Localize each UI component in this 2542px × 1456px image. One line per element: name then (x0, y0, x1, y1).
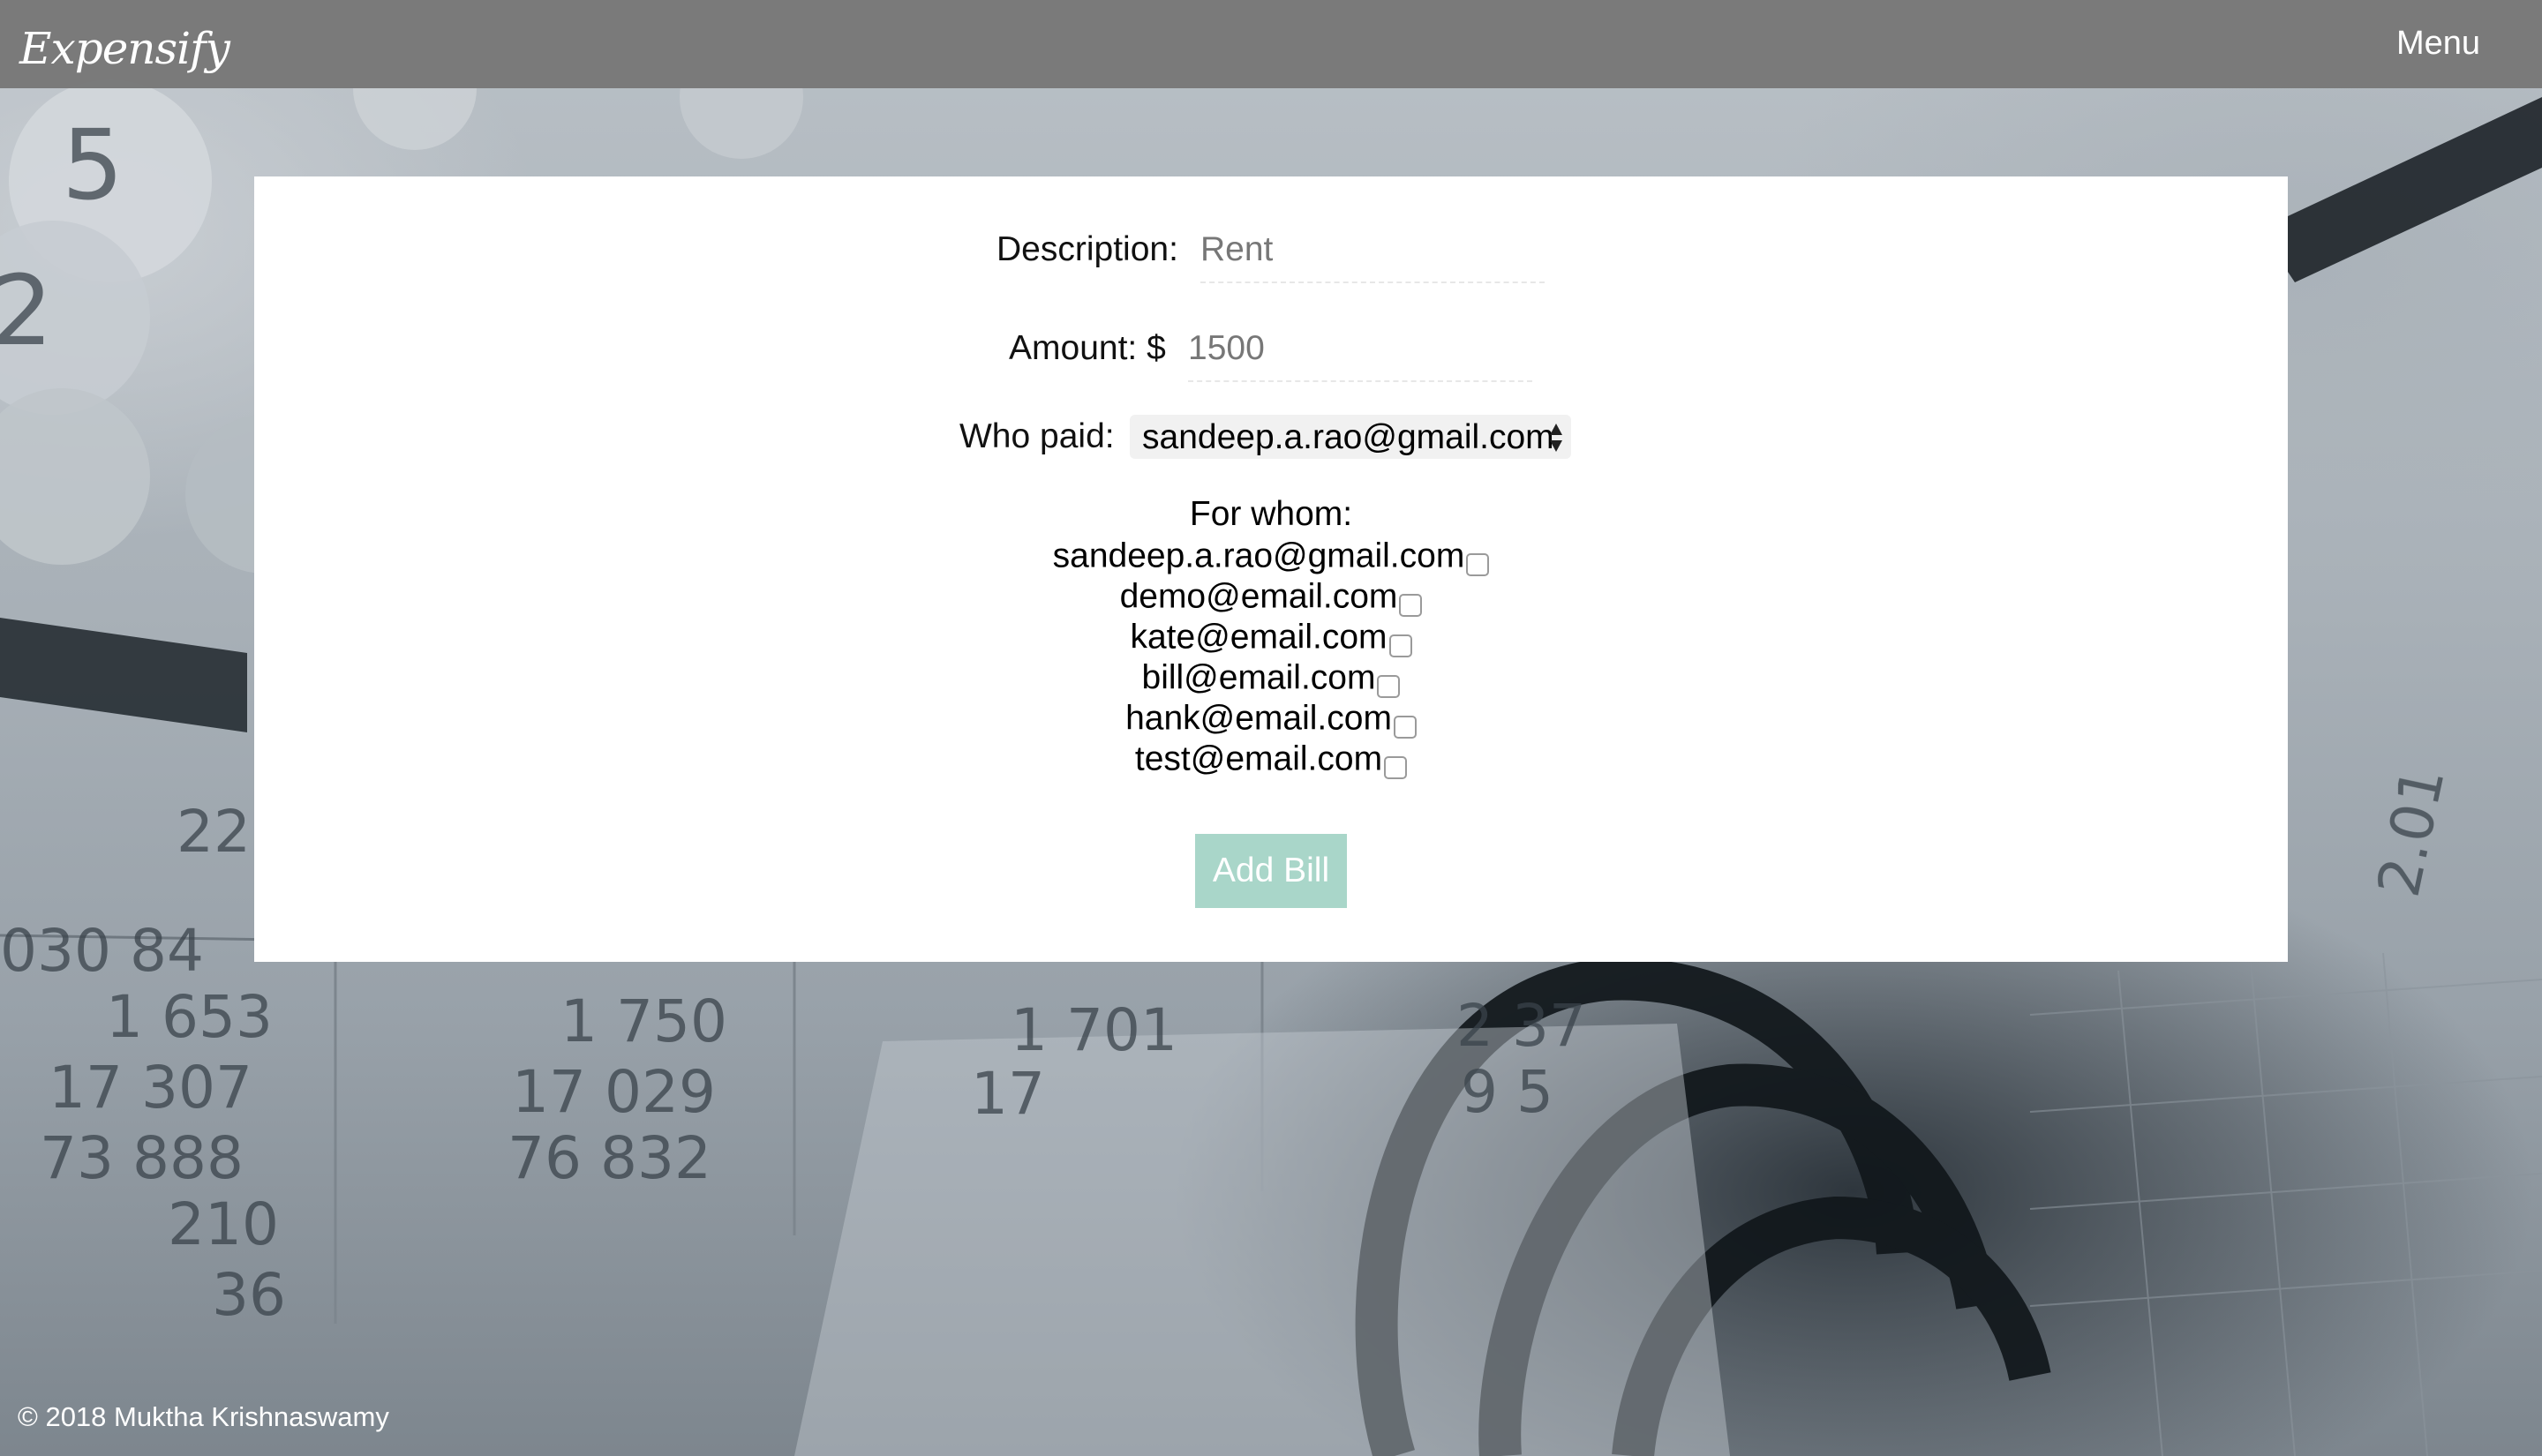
svg-text:2 37: 2 37 (1456, 992, 1586, 1060)
for-whom-email: sandeep.a.rao@gmail.com (1052, 537, 1465, 575)
svg-text:2: 2 (0, 254, 53, 367)
for-whom-row: bill@email.com (254, 657, 2288, 698)
for-whom-row: hank@email.com (254, 697, 2288, 739)
svg-text:17 307: 17 307 (49, 1054, 252, 1122)
who-paid-label: Who paid: (959, 417, 1115, 455)
description-input[interactable] (1200, 230, 1545, 283)
svg-text:9 5: 9 5 (1461, 1058, 1553, 1126)
svg-text:22: 22 (177, 798, 251, 866)
for-whom-email: demo@email.com (1119, 577, 1398, 616)
for-whom-email: bill@email.com (1141, 658, 1376, 697)
for-whom-email: test@email.com (1134, 739, 1383, 778)
who-paid-select[interactable]: sandeep.a.rao@gmail.com (1130, 415, 1571, 459)
svg-text:17: 17 (971, 1060, 1045, 1128)
svg-text:36: 36 (212, 1261, 286, 1329)
for-whom-checkbox[interactable] (1377, 675, 1401, 698)
who-paid-selected-value: sandeep.a.rao@gmail.com (1142, 418, 1554, 456)
description-label: Description: (996, 230, 1178, 268)
for-whom-checkbox[interactable] (1466, 553, 1490, 576)
for-whom-checkbox[interactable] (1384, 756, 1408, 779)
for-whom-row: kate@email.com (254, 616, 2288, 657)
for-whom-email: hank@email.com (1125, 699, 1392, 738)
for-whom-checkbox[interactable] (1399, 594, 1423, 617)
svg-text:1 653: 1 653 (106, 983, 273, 1051)
for-whom-email: kate@email.com (1130, 618, 1388, 657)
for-whom-row: demo@email.com (254, 575, 2288, 617)
for-whom-row: test@email.com (254, 738, 2288, 779)
svg-text:73 888: 73 888 (40, 1124, 244, 1192)
add-bill-form-card: Description: Amount: $ Who paid: sandeep… (254, 176, 2288, 962)
top-navbar: Expensify Menu (0, 0, 2542, 88)
updown-triangle-icon (1550, 424, 1562, 452)
footer-copyright: © 2018 Muktha Krishnaswamy (18, 1401, 389, 1432)
svg-text:210: 210 (168, 1190, 279, 1258)
for-whom-list: sandeep.a.rao@gmail.com demo@email.com k… (254, 535, 2288, 779)
add-bill-button[interactable]: Add Bill (1195, 834, 1347, 908)
svg-text:17 029: 17 029 (512, 1058, 716, 1126)
amount-input[interactable] (1188, 329, 1532, 382)
svg-text:1 750: 1 750 (560, 987, 727, 1055)
brand-logo[interactable]: Expensify (19, 23, 230, 74)
svg-text:2.01: 2.01 (2365, 762, 2458, 903)
for-whom-row: sandeep.a.rao@gmail.com (254, 535, 2288, 576)
amount-label: Amount: $ (1009, 329, 1166, 367)
for-whom-checkbox[interactable] (1393, 716, 1417, 739)
for-whom-checkbox[interactable] (1388, 634, 1412, 657)
menu-button[interactable]: Menu (2396, 25, 2480, 63)
bg-number: 5 (62, 109, 124, 221)
svg-text:76 832: 76 832 (508, 1124, 711, 1192)
for-whom-label: For whom: (1189, 495, 1353, 533)
svg-text:030 84: 030 84 (0, 917, 204, 985)
svg-text:1 701: 1 701 (1011, 996, 1177, 1064)
